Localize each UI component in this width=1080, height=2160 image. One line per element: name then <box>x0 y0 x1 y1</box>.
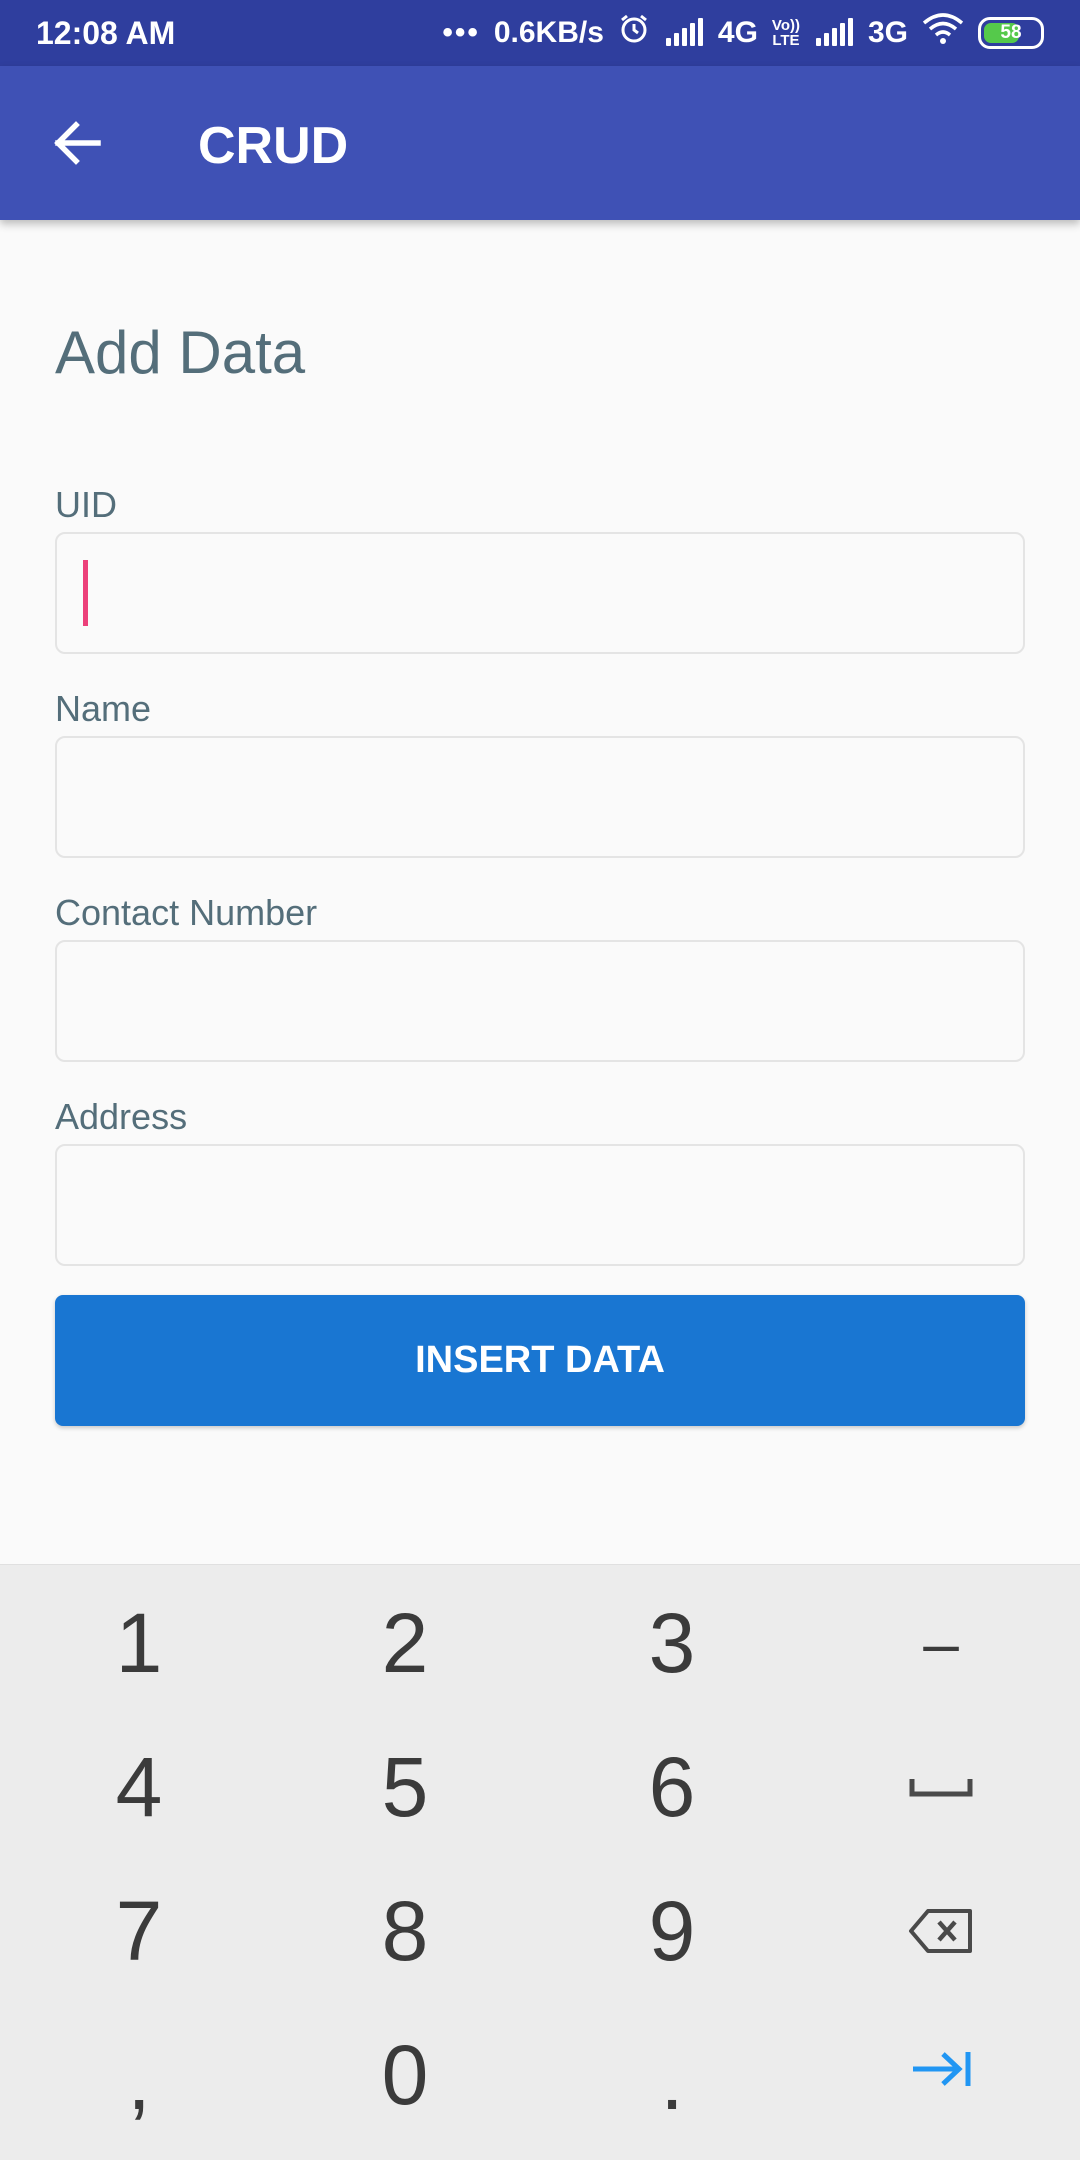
key-next[interactable] <box>806 1997 1076 2141</box>
key-dash[interactable]: – <box>806 1571 1076 1715</box>
insert-data-button[interactable]: INSERT DATA <box>55 1295 1025 1426</box>
app-title: CRUD <box>198 117 349 175</box>
key-4[interactable]: 4 <box>4 1715 274 1859</box>
status-time: 12:08 AM <box>36 14 176 51</box>
uid-input[interactable] <box>55 532 1025 654</box>
alarm-icon <box>618 13 650 53</box>
key-6[interactable]: 6 <box>537 1715 807 1859</box>
app-bar: CRUD <box>0 66 1080 220</box>
volte-icon: Vo)) LTE <box>772 18 800 48</box>
battery-level: 58 <box>1000 22 1022 43</box>
key-2[interactable]: 2 <box>270 1571 540 1715</box>
signal-strength-icon <box>664 18 704 48</box>
signal-strength-icon-2 <box>814 18 854 48</box>
status-bar: 12:08 AM ••• 0.6KB/s 4G Vo)) LTE 3G 58 <box>0 0 1080 66</box>
address-input[interactable] <box>55 1144 1025 1266</box>
status-indicators: ••• 0.6KB/s 4G Vo)) LTE 3G 58 <box>442 13 1044 53</box>
wifi-icon <box>922 13 964 53</box>
network-speed: 0.6KB/s <box>493 16 604 49</box>
space-bar-icon <box>909 1779 973 1797</box>
text-cursor <box>83 560 88 626</box>
back-button[interactable] <box>42 110 112 176</box>
key-backspace[interactable] <box>806 1859 1076 2003</box>
key-space[interactable] <box>806 1715 1076 1859</box>
key-period[interactable]: . <box>537 2003 807 2147</box>
key-0[interactable]: 0 <box>270 2003 540 2147</box>
next-tab-icon <box>913 2052 971 2086</box>
more-notifications-icon: ••• <box>442 16 480 49</box>
arrow-back-icon <box>54 121 101 165</box>
network-type-1: 4G <box>717 16 758 49</box>
key-9[interactable]: 9 <box>537 1859 807 2003</box>
volte-bottom: LTE <box>772 32 800 49</box>
uid-label: UID <box>55 484 117 525</box>
name-label: Name <box>55 688 152 729</box>
form-title: Add Data <box>55 319 306 386</box>
key-7[interactable]: 7 <box>4 1859 274 2003</box>
key-comma[interactable]: , <box>4 2003 274 2147</box>
address-label: Address <box>55 1096 188 1137</box>
battery-icon: 58 <box>978 17 1044 49</box>
network-type-2: 3G <box>867 16 908 49</box>
key-3[interactable]: 3 <box>537 1571 807 1715</box>
key-8[interactable]: 8 <box>270 1859 540 2003</box>
contact-number-input[interactable] <box>55 940 1025 1062</box>
contact-number-label: Contact Number <box>55 892 318 933</box>
numeric-keyboard: 1 2 3 – 4 5 6 7 8 9 , 0 . <box>0 1564 1080 2160</box>
name-input[interactable] <box>55 736 1025 858</box>
backspace-icon <box>909 1909 972 1953</box>
key-1[interactable]: 1 <box>4 1571 274 1715</box>
volte-top: Vo)) <box>771 17 800 34</box>
key-5[interactable]: 5 <box>270 1715 540 1859</box>
